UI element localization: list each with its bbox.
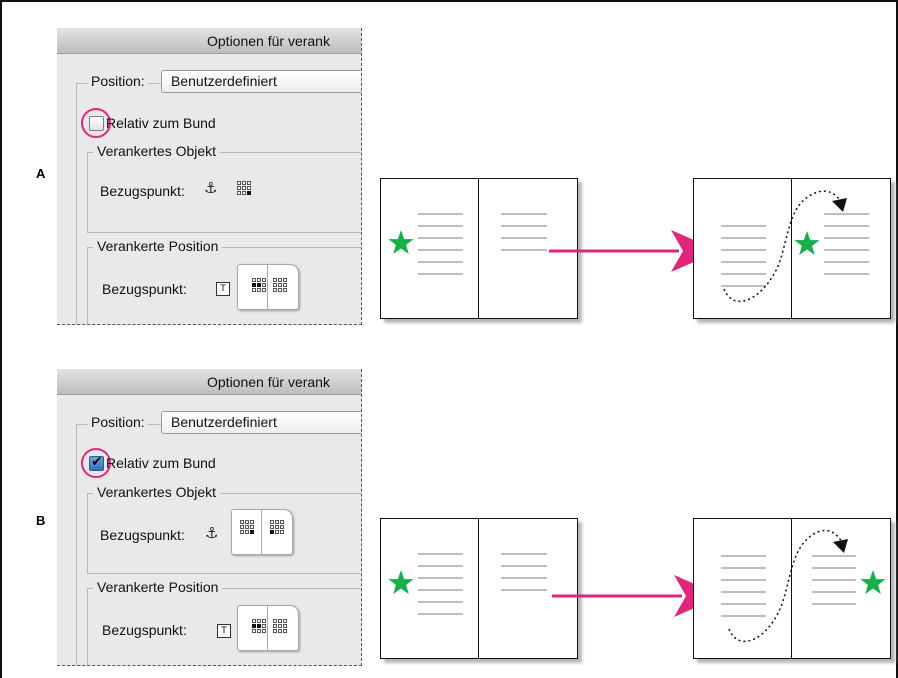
section-letter-b: B (36, 513, 46, 528)
left-page-reference-grid[interactable] (252, 619, 266, 633)
text-flow-dotted-path (723, 190, 843, 302)
dialog-title: Optionen für verank (207, 33, 330, 49)
star-icon (794, 231, 820, 255)
flow-arrowhead (833, 539, 848, 553)
text-frame-icon: T (217, 624, 231, 638)
spread-page-icon[interactable] (237, 264, 299, 310)
outer-group-left (76, 83, 77, 324)
anchored-object-group-bottom (87, 573, 361, 574)
spread-after-a-content (721, 190, 869, 302)
spread-page-icon-spine (267, 606, 268, 650)
spread-before-b (380, 518, 578, 659)
star-icon (388, 230, 414, 254)
relative-to-spine-label[interactable]: Relativ zum Bund (106, 455, 216, 471)
text-lines (418, 213, 547, 275)
anchored-object-group-title: Verankertes Objekt (93, 484, 221, 500)
outer-group-left (76, 424, 77, 665)
position-select[interactable]: Benutzerdefiniert (161, 70, 361, 93)
anchor-icon: ⚓ (204, 179, 218, 197)
text-lines (721, 213, 869, 287)
object-reference-point-label: Bezugspunkt: (100, 183, 185, 199)
left-page-reference-grid[interactable] (252, 278, 266, 292)
anchored-position-group-title: Verankerte Position (93, 579, 223, 595)
text-flow-dotted-path (728, 529, 844, 642)
frame-left-line (0, 0, 2, 678)
anchored-object-options-dialog-b: Optionen für verank Position: Benutzerde… (57, 369, 362, 666)
left-page-reference-grid[interactable] (240, 520, 254, 534)
spread-page-icon[interactable] (237, 605, 299, 651)
position-select[interactable]: Benutzerdefiniert (161, 411, 361, 434)
right-page-reference-grid[interactable] (270, 520, 284, 534)
object-reference-point-grid[interactable] (237, 181, 251, 195)
spread-after-b-content (721, 529, 886, 642)
anchored-object-group-left (87, 493, 88, 573)
right-page-reference-grid[interactable] (273, 278, 287, 292)
anchored-position-group-left (87, 588, 88, 665)
right-page-reference-grid[interactable] (273, 619, 287, 633)
anchored-position-group-left (87, 247, 88, 324)
position-select-value: Benutzerdefiniert (171, 73, 277, 89)
text-lines (418, 553, 547, 615)
position-select-value: Benutzerdefiniert (171, 414, 277, 430)
page-icon-spine (261, 510, 262, 554)
anchored-object-group-title: Verankertes Objekt (93, 143, 221, 159)
object-reference-page-icon[interactable] (231, 509, 293, 555)
frame-top-line (0, 0, 898, 2)
text-lines (721, 555, 856, 617)
anchored-object-group-bottom (87, 232, 361, 233)
spread-after-a (693, 178, 891, 319)
spread-before-b-content (388, 553, 547, 615)
position-label: Position: (88, 414, 148, 430)
anchored-object-group-left (87, 152, 88, 232)
dialog-titlebar[interactable]: Optionen für verank (57, 28, 361, 54)
star-icon (388, 570, 414, 594)
object-reference-point-label: Bezugspunkt: (100, 527, 185, 543)
spread-before-a-content (388, 213, 547, 275)
text-frame-icon: T (216, 282, 230, 296)
position-reference-point-label: Bezugspunkt: (102, 622, 187, 638)
spread-page-icon-spine (267, 265, 268, 309)
anchored-position-group-title: Verankerte Position (93, 238, 223, 254)
dialog-titlebar[interactable]: Optionen für verank (57, 369, 361, 395)
section-letter-a: A (36, 166, 46, 181)
relative-to-spine-label[interactable]: Relativ zum Bund (106, 115, 216, 131)
anchor-icon: ⚓ (205, 524, 219, 542)
spread-after-b (693, 518, 891, 659)
dialog-title: Optionen für verank (207, 374, 330, 390)
star-icon (860, 570, 886, 594)
flow-arrowhead (832, 198, 847, 212)
anchored-object-options-dialog-a: Optionen für verank Position: Benutzerde… (57, 28, 362, 325)
position-label: Position: (88, 73, 148, 89)
position-reference-point-label: Bezugspunkt: (102, 281, 187, 297)
